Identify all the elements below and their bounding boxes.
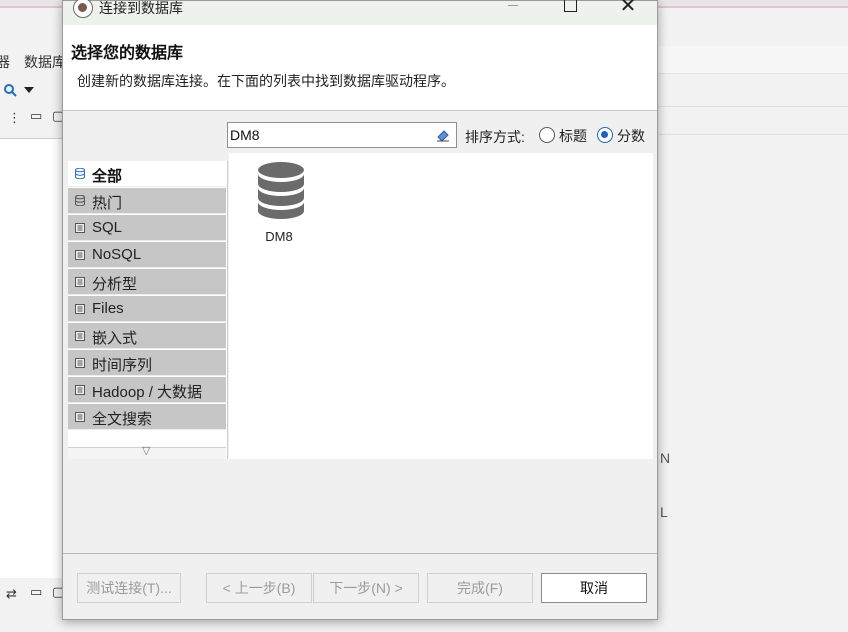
folder-icon xyxy=(75,385,85,395)
background-toolbar-secondary: ⋮ ▭ ▢ xyxy=(0,108,70,132)
database-search-input[interactable] xyxy=(230,125,430,145)
previous-button[interactable]: < 上一步(B) xyxy=(206,573,312,603)
background-menubar: 器 数据库 xyxy=(0,46,70,74)
radio-indicator[interactable] xyxy=(597,127,613,143)
test-connection-button[interactable]: 测试连接(T)... xyxy=(77,573,181,603)
search-icon[interactable] xyxy=(3,83,17,97)
background-text-fragment: L xyxy=(660,504,668,520)
category-item-timeseries[interactable]: 时间序列 xyxy=(68,350,226,376)
category-label: 时间序列 xyxy=(92,357,153,374)
category-item-all[interactable]: 全部 xyxy=(68,161,226,187)
category-item-popular[interactable]: 热门 xyxy=(68,188,226,214)
database-grid: DM8 xyxy=(229,153,653,459)
sync-icon[interactable]: ⇄ xyxy=(6,586,17,602)
radio-indicator[interactable] xyxy=(539,127,555,143)
category-item-embedded[interactable]: 嵌入式 xyxy=(68,323,226,349)
category-label: Files xyxy=(92,300,124,317)
folder-icon xyxy=(75,250,85,260)
category-item-fulltext[interactable]: 全文搜索 xyxy=(68,404,226,430)
folder-icon xyxy=(75,223,85,233)
maximize-button[interactable] xyxy=(547,0,593,21)
category-label: 全部 xyxy=(92,168,123,185)
minimize-button[interactable] xyxy=(491,0,537,21)
folder-icon xyxy=(75,331,85,341)
divider xyxy=(658,106,848,107)
database-icon xyxy=(258,162,304,219)
background-bottom-toolbar: ⇄ ▭ ▢ xyxy=(0,580,70,606)
dialog-header: 选择您的数据库 创建新的数据库连接。在下面的列表中找到数据库驱动程序。 xyxy=(63,25,657,111)
chevron-down-icon: ▽ xyxy=(142,445,151,457)
folder-icon xyxy=(75,412,85,422)
page-title: 选择您的数据库 xyxy=(71,45,184,62)
category-item-hadoop[interactable]: Hadoop / 大数据 xyxy=(68,377,226,403)
close-icon: ✕ xyxy=(619,0,637,17)
category-label: Hadoop / 大数据 xyxy=(92,384,203,401)
dropdown-arrow-icon[interactable] xyxy=(24,86,34,94)
finish-button[interactable]: 完成(F) xyxy=(427,573,533,603)
database-tile-dm8[interactable]: DM8 xyxy=(251,159,311,249)
divider xyxy=(658,134,848,135)
database-tile-label: DM8 xyxy=(265,229,293,244)
category-item-sql[interactable]: SQL xyxy=(68,215,226,241)
category-scroll-down[interactable]: ▽ xyxy=(68,445,226,459)
category-label: 热门 xyxy=(92,195,123,212)
radio-label: 分数 xyxy=(617,128,645,144)
connect-database-dialog: 连接到数据库 ✕ 选择您的数据库 创建新的数据库连接。在下面的列表中找到数据库驱… xyxy=(62,0,658,620)
background-right-strip xyxy=(658,46,848,74)
minimize-view-icon[interactable]: ▭ xyxy=(30,584,42,600)
background-left-panel xyxy=(0,138,64,578)
page-description: 创建新的数据库连接。在下面的列表中找到数据库驱动程序。 xyxy=(77,73,455,89)
category-item-files[interactable]: Files xyxy=(68,296,226,322)
background-menu-database[interactable]: 数据库 xyxy=(24,52,66,72)
category-label: 全文搜索 xyxy=(92,411,153,428)
radio-label: 标题 xyxy=(559,128,587,144)
background-text-fragment: N xyxy=(660,450,671,466)
folder-icon xyxy=(75,304,85,314)
category-item-nosql[interactable]: NoSQL xyxy=(68,242,226,268)
folder-icon xyxy=(75,277,85,287)
database-icon xyxy=(75,168,85,179)
app-logo-icon xyxy=(73,0,93,18)
clear-search-icon[interactable] xyxy=(436,128,450,142)
folder-icon xyxy=(75,358,85,368)
next-button[interactable]: 下一步(N) > xyxy=(313,573,419,603)
footer-divider xyxy=(63,553,657,554)
category-item-analytical[interactable]: 分析型 xyxy=(68,269,226,295)
background-menu-fragment[interactable]: 器 xyxy=(0,52,10,72)
cancel-button[interactable]: 取消 xyxy=(541,573,647,603)
category-label: NoSQL xyxy=(92,246,142,263)
category-list: 全部 热门 SQL NoSQL 分析型 Files 嵌入式 时间序列 Hadoo… xyxy=(68,161,228,459)
category-label: 嵌入式 xyxy=(92,330,138,347)
window-title: 连接到数据库 xyxy=(99,0,183,16)
dialog-titlebar[interactable]: 连接到数据库 ✕ xyxy=(63,0,657,25)
category-label: 分析型 xyxy=(92,276,138,293)
database-search-box[interactable] xyxy=(227,122,457,148)
minimize-view-icon[interactable]: ▭ xyxy=(30,108,42,124)
sort-label: 排序方式: xyxy=(465,129,525,145)
background-toolbar xyxy=(0,78,70,104)
close-button[interactable]: ✕ xyxy=(605,0,651,21)
category-label: SQL xyxy=(92,219,123,236)
vertical-dots-icon[interactable]: ⋮ xyxy=(8,110,21,126)
database-icon xyxy=(75,195,85,206)
background-right-area: N L xyxy=(658,46,848,632)
